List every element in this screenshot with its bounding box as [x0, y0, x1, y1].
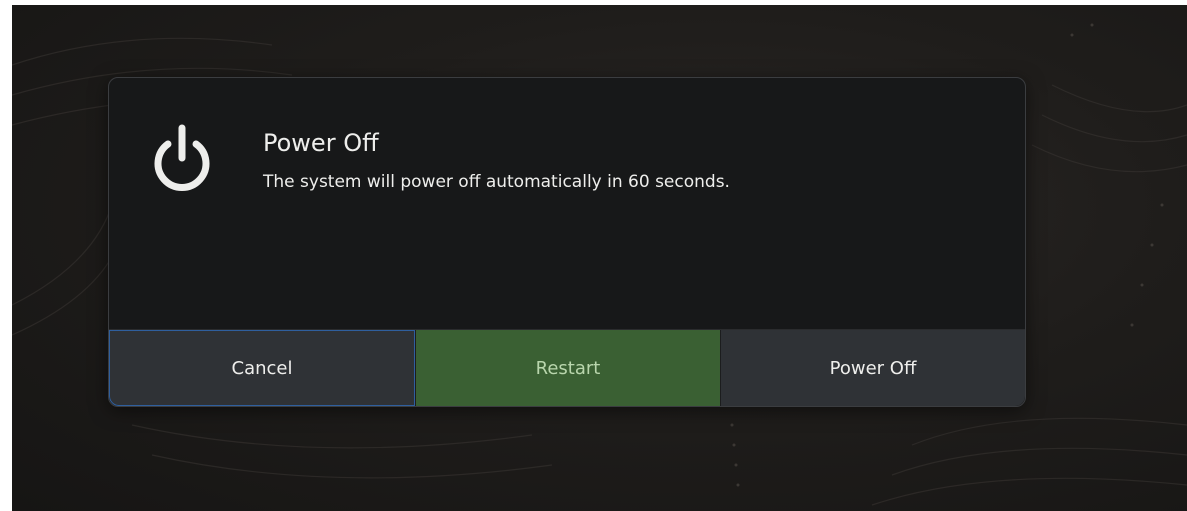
power-off-button[interactable]: Power Off: [721, 330, 1025, 406]
cancel-button[interactable]: Cancel: [109, 330, 415, 406]
dialog-button-row: Cancel Restart Power Off: [109, 329, 1025, 406]
desktop-background: Power Off The system will power off auto…: [12, 5, 1187, 511]
power-off-dialog: Power Off The system will power off auto…: [108, 77, 1026, 407]
restart-button[interactable]: Restart: [415, 330, 721, 406]
dialog-title: Power Off: [263, 129, 379, 157]
dialog-message: The system will power off automatically …: [263, 172, 730, 192]
power-icon: [154, 124, 210, 191]
